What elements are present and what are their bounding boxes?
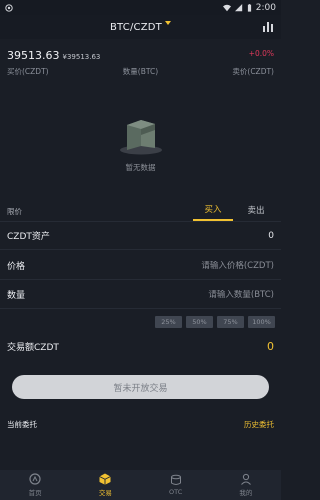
- current-orders-label: 当前委托: [7, 420, 37, 429]
- amount-label: 交易额CZDT: [7, 343, 59, 353]
- orderbook-empty-state: 暂无数据: [0, 115, 281, 173]
- percent-25-button[interactable]: 25%: [155, 316, 182, 328]
- app-notification-icon: [5, 3, 13, 12]
- home-icon: [29, 473, 41, 485]
- bottom-nav: 首页 交易 OTC 我的: [0, 470, 281, 500]
- nav-item-profile[interactable]: 我的: [211, 470, 281, 500]
- signal-icon: [234, 3, 242, 11]
- last-price: 39513.63: [7, 49, 60, 62]
- empty-label: 暂无数据: [125, 163, 156, 172]
- asset-label: CZDT资产: [7, 232, 50, 242]
- amount-row: 交易额CZDT 0: [7, 340, 274, 353]
- percent-100-button[interactable]: 100%: [248, 316, 275, 328]
- nav-item-home[interactable]: 首页: [0, 470, 70, 500]
- wifi-icon: [222, 4, 231, 11]
- amount-value: 0: [267, 340, 274, 353]
- nav-label-home: 首页: [28, 489, 42, 497]
- fiat-price: ¥39513.63: [62, 53, 101, 61]
- nav-label-otc: OTC: [169, 488, 183, 496]
- price-group: 39513.63 ¥39513.63: [7, 44, 100, 63]
- empty-box-icon: [119, 120, 162, 155]
- quantity-input[interactable]: [104, 289, 274, 300]
- nav-label-trade: 交易: [98, 489, 112, 497]
- chart-icon[interactable]: [262, 20, 274, 34]
- top-bar: BTC/CZDT: [0, 15, 281, 39]
- nav-label-profile: 我的: [239, 489, 253, 497]
- ask-price-column: 卖价(CZDT): [232, 67, 274, 76]
- order-type[interactable]: 限价: [7, 206, 22, 217]
- battery-icon: [247, 3, 251, 12]
- status-left: [5, 3, 13, 12]
- orderbook-header: 买价(CZDT) 数量(BTC) 卖价(CZDT): [7, 66, 274, 77]
- status-right: 2:00: [222, 2, 276, 13]
- trade-header: 限价 买入 卖出: [0, 198, 281, 222]
- percent-50-button[interactable]: 50%: [186, 316, 213, 328]
- price-input[interactable]: [104, 260, 274, 271]
- pair-title: BTC/CZDT: [110, 21, 162, 33]
- ticker: 39513.63 ¥39513.63 +0.0%: [7, 44, 274, 63]
- price-label: 价格: [7, 262, 26, 272]
- pair-selector[interactable]: BTC/CZDT: [110, 21, 171, 33]
- submit-button[interactable]: 暂未开放交易: [12, 375, 269, 399]
- tab-sell[interactable]: 卖出: [237, 198, 275, 221]
- quantity-column: 数量(BTC): [122, 67, 159, 76]
- tab-buy[interactable]: 买入: [193, 198, 233, 221]
- otc-icon: [170, 474, 181, 485]
- orders-header: 当前委托 历史委托: [7, 419, 274, 430]
- percent-buttons: 25% 50% 75% 100%: [155, 316, 275, 328]
- bid-price-column: 买价(CZDT): [7, 67, 49, 76]
- nav-item-otc[interactable]: OTC: [141, 470, 211, 500]
- user-icon: [241, 473, 251, 485]
- quantity-row: 数量: [0, 281, 281, 309]
- trade-cube-icon: [99, 473, 112, 485]
- order-history-link[interactable]: 历史委托: [244, 419, 274, 430]
- percent-75-button[interactable]: 75%: [217, 316, 244, 328]
- chevron-down-icon: [164, 21, 171, 25]
- price-change: +0.0%: [248, 49, 274, 58]
- price-row: 价格: [0, 252, 281, 280]
- asset-value: 0: [268, 230, 274, 241]
- clock: 2:00: [255, 2, 276, 13]
- nav-item-trade[interactable]: 交易: [70, 470, 140, 500]
- quantity-label: 数量: [7, 291, 26, 301]
- asset-row: CZDT资产 0: [0, 222, 281, 250]
- status-bar: 2:00: [0, 0, 281, 15]
